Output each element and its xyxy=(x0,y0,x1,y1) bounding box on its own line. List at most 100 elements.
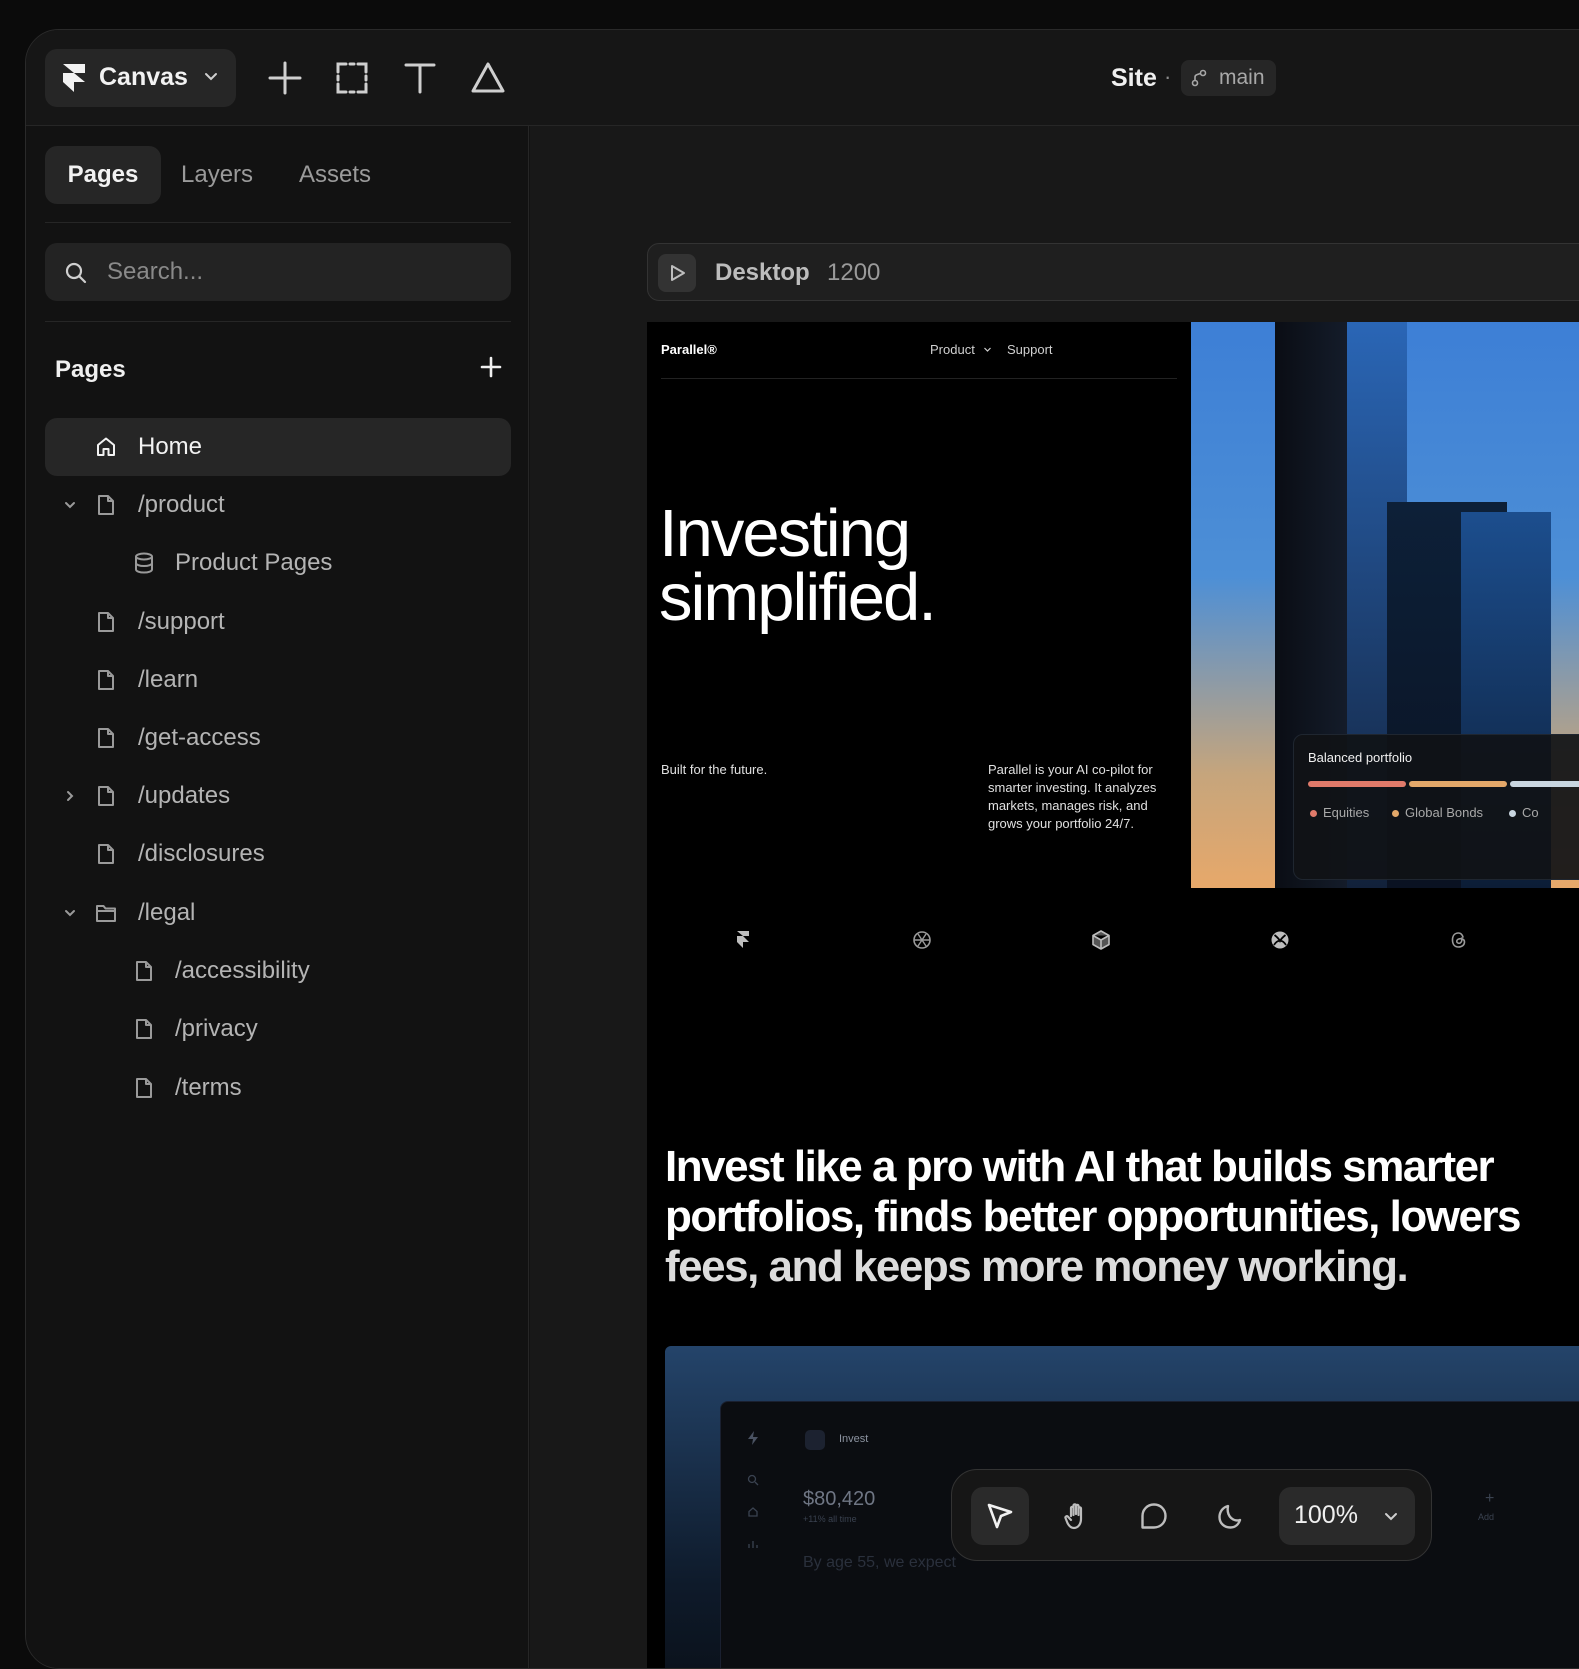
home-icon xyxy=(748,1507,758,1517)
page-item-label: /product xyxy=(138,491,225,518)
canvas-area[interactable]: Desktop 1200 Parallel® Product Support I… xyxy=(530,126,1579,1668)
search-box[interactable] xyxy=(45,243,511,301)
frame-width: 1200 xyxy=(827,259,881,286)
feature-statement-line: fees, and keeps more money working. xyxy=(665,1242,1409,1291)
framer-logo-icon xyxy=(63,64,85,92)
portfolio-bar-bonds xyxy=(1409,781,1507,787)
page-icon xyxy=(98,786,114,806)
shape-icon[interactable] xyxy=(469,59,507,97)
hand-icon xyxy=(1064,1503,1083,1530)
site-title[interactable]: Site xyxy=(1111,64,1157,93)
page-icon xyxy=(136,1078,152,1098)
page-item-get-access[interactable]: /get-access xyxy=(45,709,511,767)
page-icon xyxy=(98,612,114,632)
portfolio-bar-other xyxy=(1510,781,1579,787)
frame-icon[interactable] xyxy=(333,59,371,97)
title-separator: · xyxy=(1164,64,1172,89)
page-item-privacy[interactable]: /privacy xyxy=(45,1000,511,1058)
page-item-terms[interactable]: /terms xyxy=(45,1059,511,1117)
app-window: Canvas Site · main Pages Layers Assets S… xyxy=(25,29,1579,1669)
home-icon xyxy=(97,437,115,456)
zoom-select[interactable]: 100% xyxy=(1279,1487,1415,1545)
dashboard-projection-text: By age 55, we expect xyxy=(803,1554,956,1571)
page-icon xyxy=(98,670,114,690)
plus-icon[interactable] xyxy=(266,59,304,97)
folder-icon xyxy=(96,905,116,922)
comment-tool-button[interactable] xyxy=(1125,1487,1183,1545)
page-icon xyxy=(136,1019,152,1039)
dashboard-add-icon: + xyxy=(1485,1490,1495,1507)
bottom-toolbar: 100% xyxy=(951,1469,1432,1561)
dashboard-balance: $80,420 xyxy=(803,1488,876,1510)
comment-icon xyxy=(1141,1503,1167,1529)
frame-header[interactable]: Desktop 1200 xyxy=(647,243,1579,301)
branch-label: main xyxy=(1219,66,1265,89)
preview-button[interactable] xyxy=(658,254,696,292)
tab-layers[interactable]: Layers xyxy=(181,146,253,204)
chevron-down-icon[interactable] xyxy=(62,497,78,513)
site-nav-support: Support xyxy=(1007,342,1053,357)
search-icon xyxy=(65,262,87,284)
canvas-menu-button[interactable]: Canvas xyxy=(45,49,236,107)
branch-icon xyxy=(1191,69,1207,87)
hero-image: Balanced portfolio Equities Global Bonds… xyxy=(1191,322,1579,888)
search-divider xyxy=(45,321,511,322)
chevron-down-icon xyxy=(984,347,991,352)
dashboard-change: +11% all time xyxy=(803,1514,857,1524)
tab-pages[interactable]: Pages xyxy=(45,146,161,204)
page-item-label: /learn xyxy=(138,666,199,693)
page-item-accessibility[interactable]: /accessibility xyxy=(45,942,511,1000)
hero-title: Investing simplified. xyxy=(659,500,937,631)
hand-tool-button[interactable] xyxy=(1048,1487,1106,1545)
chart-icon xyxy=(748,1541,758,1548)
page-item-legal[interactable]: /legal xyxy=(45,884,511,942)
chevron-down-icon[interactable] xyxy=(62,905,78,921)
tab-assets[interactable]: Assets xyxy=(299,146,371,204)
dashboard-invest-menu: Invest xyxy=(839,1433,869,1445)
site-preview[interactable]: Parallel® Product Support Investing simp… xyxy=(647,322,1579,1668)
page-item-label: /accessibility xyxy=(175,957,310,984)
legend-equities: Equities xyxy=(1323,805,1370,820)
moon-icon xyxy=(1218,1504,1242,1529)
legend-dot xyxy=(1310,810,1317,817)
site-nav-divider xyxy=(661,378,1177,379)
page-item-updates[interactable]: /updates xyxy=(45,767,511,825)
page-item-home[interactable]: Home xyxy=(45,418,511,476)
dashboard-add-label: Add xyxy=(1478,1512,1495,1522)
add-page-icon[interactable] xyxy=(479,355,503,379)
chevron-right-icon[interactable] xyxy=(62,788,78,804)
page-item-product[interactable]: /product xyxy=(45,476,511,534)
chevron-down-icon xyxy=(205,73,217,81)
page-item-label: Home xyxy=(138,433,203,460)
canvas-label: Canvas xyxy=(99,63,188,91)
left-sidebar: Pages Layers Assets Pages Home xyxy=(26,126,529,1668)
play-icon xyxy=(671,265,685,281)
page-item-label: /get-access xyxy=(138,724,261,751)
page-item-label: /privacy xyxy=(175,1015,258,1042)
hero-subtitle: Built for the future. xyxy=(661,762,768,777)
search-icon xyxy=(747,1474,759,1486)
page-item-label: /updates xyxy=(138,782,231,809)
chevron-down-icon xyxy=(1385,1513,1397,1521)
legend-dot xyxy=(1392,810,1399,817)
feature-statement-line: Invest like a pro with AI that builds sm… xyxy=(665,1142,1495,1191)
legend-global-bonds: Global Bonds xyxy=(1405,805,1484,820)
page-item-product-pages[interactable]: Product Pages xyxy=(45,534,511,592)
theme-toggle-button[interactable] xyxy=(1202,1487,1260,1545)
branch-button[interactable]: main xyxy=(1181,60,1276,96)
page-item-label: /legal xyxy=(138,899,196,926)
page-item-label: /disclosures xyxy=(138,840,265,867)
page-item-disclosures[interactable]: /disclosures xyxy=(45,825,511,883)
feature-statement: Invest like a pro with AI that builds sm… xyxy=(665,1142,1579,1292)
search-input[interactable] xyxy=(107,243,487,301)
text-icon[interactable] xyxy=(401,59,439,97)
database-icon xyxy=(135,552,153,574)
framer-logo-icon xyxy=(737,931,749,948)
top-bar: Canvas Site · main xyxy=(26,30,1579,126)
page-item-support[interactable]: /support xyxy=(45,593,511,651)
page-item-label: /support xyxy=(138,608,225,635)
hero-description: Parallel is your AI co-pilot for smarter… xyxy=(988,762,1157,831)
page-item-learn[interactable]: /learn xyxy=(45,651,511,709)
portfolio-title: Balanced portfolio xyxy=(1308,750,1413,765)
pointer-tool-button[interactable] xyxy=(971,1487,1029,1545)
